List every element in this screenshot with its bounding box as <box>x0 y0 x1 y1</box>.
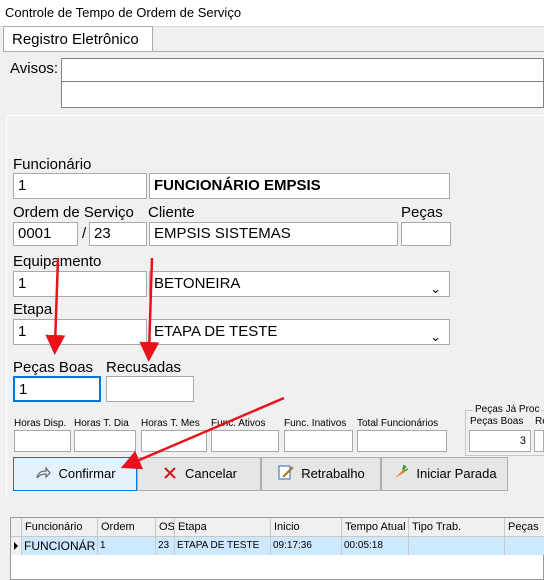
grid-col-tempo-atual[interactable]: Tempo Atual <box>342 518 409 537</box>
equipamento-select[interactable]: BETONEIRA ⌄ <box>149 271 450 297</box>
table-cell-tempo-atual[interactable]: 00:05:18 <box>342 537 409 555</box>
grid-col-inicio[interactable]: Inicio <box>271 518 342 537</box>
pecas-label: Peças <box>401 204 443 221</box>
horas-mes-label: Horas T. Mes <box>141 418 200 429</box>
pecas-boas-input[interactable]: 1 <box>13 376 101 402</box>
table-cell-ordem[interactable]: 1 <box>98 537 156 555</box>
equipamento-code-field[interactable]: 1 <box>13 271 147 297</box>
horas-disp-label: Horas Disp. <box>14 418 67 429</box>
table-cell-os[interactable]: 23 <box>156 537 175 555</box>
cliente-label: Cliente <box>148 204 195 221</box>
cancelar-label: Cancelar <box>184 466 238 481</box>
grid-col-etapa[interactable]: Etapa <box>175 518 271 537</box>
equipamento-selected-value: BETONEIRA <box>154 275 241 292</box>
ordem-separator: / <box>82 225 87 242</box>
pecas-boas-label: Peças Boas <box>13 359 94 376</box>
ordem-sub-field[interactable]: 23 <box>89 222 147 246</box>
pecas-ja-boas-field: 3 <box>469 430 531 452</box>
row-indicator <box>11 537 22 555</box>
funcionario-name-field[interactable]: FUNCIONÁRIO EMPSIS <box>149 173 450 199</box>
cliente-field[interactable]: EMPSIS SISTEMAS <box>149 222 398 246</box>
avisos-textarea[interactable] <box>61 58 544 108</box>
horas-dia-field <box>74 430 136 452</box>
recusadas-label: Recusadas <box>106 359 182 376</box>
pecas-ja-re-field <box>534 430 544 452</box>
retrabalho-label: Retrabalho <box>301 466 365 481</box>
table-cell-pecas[interactable] <box>505 537 544 555</box>
iniciar-parada-label: Iniciar Parada <box>416 466 497 481</box>
grid-col-pecas[interactable]: Peças <box>505 518 544 537</box>
func-ativos-label: Func. Ativos <box>211 418 266 429</box>
confirmar-button[interactable]: Confirmar <box>13 457 137 491</box>
chevron-down-icon: ⌄ <box>430 281 441 296</box>
red-x-icon <box>161 459 179 491</box>
retrabalho-button[interactable]: Retrabalho <box>261 457 381 491</box>
grid-indicator-header <box>11 518 22 537</box>
total-funcionarios-field <box>357 430 447 452</box>
equipamento-label: Equipamento <box>13 253 102 270</box>
etapa-select[interactable]: ETAPA DE TESTE ⌄ <box>149 319 450 345</box>
registros-grid[interactable]: Funcionário Ordem OS Etapa Inicio Tempo … <box>10 517 544 580</box>
etapa-code-field[interactable]: 1 <box>13 319 147 345</box>
pecas-field[interactable] <box>401 222 451 246</box>
grid-col-tipo-trab[interactable]: Tipo Trab. <box>409 518 505 537</box>
etapa-selected-value: ETAPA DE TESTE <box>154 323 278 340</box>
pecas-ja-re-label: Re <box>535 416 544 427</box>
grid-col-os[interactable]: OS <box>156 518 175 537</box>
window-title: Controle de Tempo de Ordem de Serviço <box>5 5 242 20</box>
pecas-ja-boas-label: Peças Boas <box>470 416 524 427</box>
horas-mes-field <box>141 430 207 452</box>
iniciar-parada-button[interactable]: Iniciar Parada <box>381 457 508 491</box>
func-ativos-field <box>211 430 279 452</box>
confirmar-label: Confirmar <box>58 466 116 481</box>
func-inativos-field <box>284 430 353 452</box>
carrot-icon <box>392 459 410 491</box>
share-arrow-icon <box>34 459 52 491</box>
ordem-number-field[interactable]: 0001 <box>13 222 78 246</box>
tab-registro-eletronico[interactable]: Registro Eletrônico <box>3 26 153 52</box>
etapa-label: Etapa <box>13 301 53 318</box>
grid-col-ordem[interactable]: Ordem <box>98 518 156 537</box>
total-funcionarios-label: Total Funcionários <box>357 418 439 429</box>
ordem-servico-label: Ordem de Serviço <box>13 204 134 221</box>
table-cell-funcionario[interactable]: FUNCIONÁR <box>22 537 98 555</box>
func-inativos-label: Func. Inativos <box>284 418 347 429</box>
table-cell-tipo-trab[interactable] <box>409 537 505 555</box>
cancelar-button[interactable]: Cancelar <box>137 457 261 491</box>
funcionario-label: Funcionário <box>13 156 92 173</box>
window-titlebar: Controle de Tempo de Ordem de Serviço <box>0 0 544 27</box>
grid-col-funcionario[interactable]: Funcionário <box>22 518 98 537</box>
avisos-label: Avisos: <box>10 60 59 77</box>
horas-dia-label: Horas T. Dia <box>74 418 129 429</box>
funcionario-code-field[interactable]: 1 <box>13 173 147 199</box>
chevron-down-icon: ⌄ <box>430 329 441 344</box>
pecas-ja-processadas-title: Peças Já Proc <box>473 404 542 415</box>
edit-pencil-icon <box>277 459 295 491</box>
table-cell-etapa[interactable]: ETAPA DE TESTE <box>175 537 271 555</box>
recusadas-input[interactable] <box>106 376 194 402</box>
table-cell-inicio[interactable]: 09:17:36 <box>271 537 342 555</box>
horas-disp-field <box>14 430 71 452</box>
